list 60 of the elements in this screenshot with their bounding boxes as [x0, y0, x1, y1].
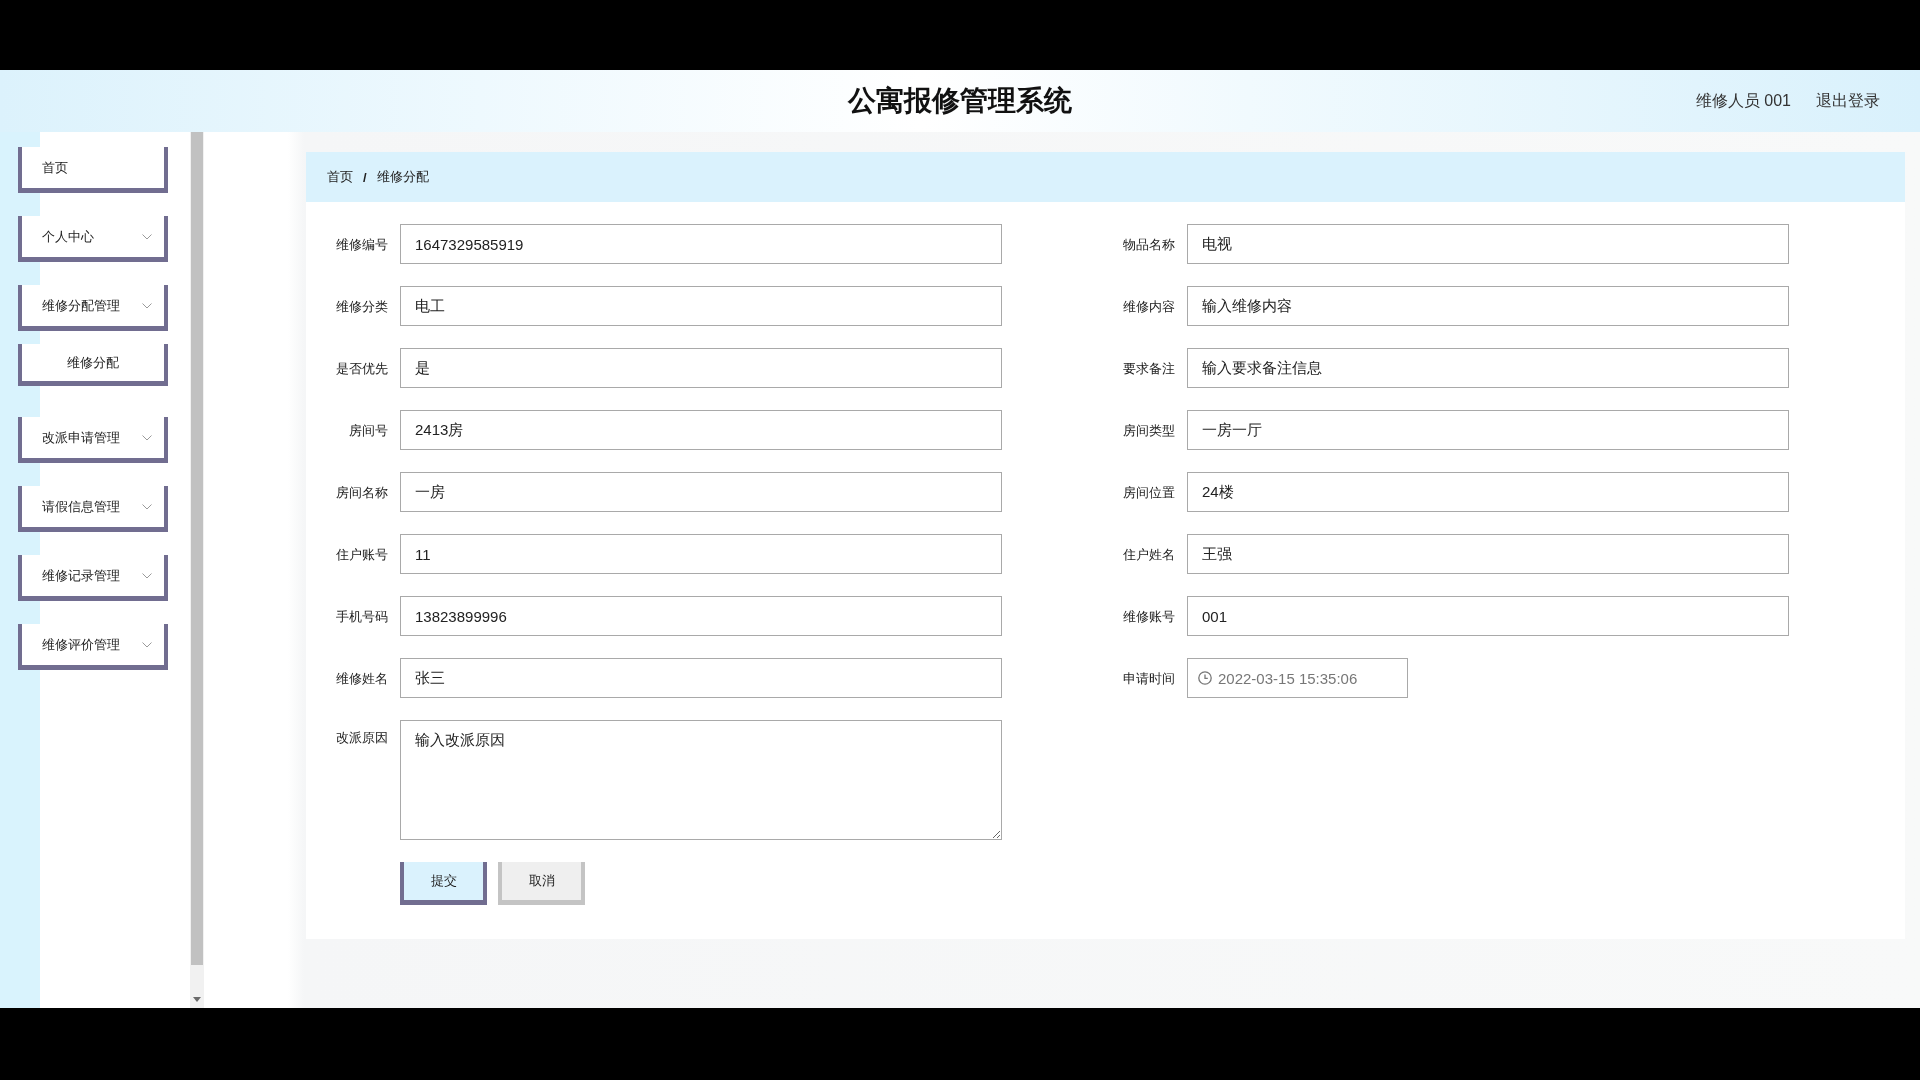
clock-icon	[1198, 671, 1212, 685]
input-field[interactable]: 11	[400, 534, 1002, 574]
breadcrumb-separator: /	[363, 169, 367, 185]
chevron-down-icon	[142, 434, 152, 441]
field-label: 维修编号	[336, 236, 388, 252]
field-label: 维修分类	[336, 298, 388, 314]
input-field[interactable]: 一房	[400, 472, 1002, 512]
input-field[interactable]: 2413房	[400, 410, 1002, 450]
sidebar-item[interactable]: 维修分配管理	[18, 285, 168, 331]
input-field[interactable]: 24楼	[1187, 472, 1789, 512]
input-field[interactable]: 是	[400, 348, 1002, 388]
input-field[interactable]: 1647329585919	[400, 224, 1002, 264]
field-label: 房间号	[349, 422, 388, 438]
chevron-down-icon	[142, 641, 152, 648]
user-label: 维修人员 001	[1695, 90, 1791, 111]
chevron-down-icon	[142, 572, 152, 579]
field-label: 申请时间	[1123, 670, 1175, 686]
logout-link[interactable]: 退出登录	[1816, 90, 1880, 112]
breadcrumb-link[interactable]: 首页	[327, 168, 353, 186]
input-field[interactable]: 13823899996	[400, 596, 1002, 636]
cancel-button[interactable]: 取消	[498, 862, 585, 905]
input-field[interactable]: 电视	[1187, 224, 1789, 264]
sidebar-item[interactable]: 维修记录管理	[18, 555, 168, 601]
input-field[interactable]: 输入维修内容	[1187, 286, 1789, 326]
input-field[interactable]: 输入要求备注信息	[1187, 348, 1789, 388]
sidebar-item[interactable]: 请假信息管理	[18, 486, 168, 532]
field-label: 物品名称	[1123, 236, 1175, 252]
field-label: 手机号码	[336, 608, 388, 624]
field-label: 改派原因	[336, 730, 388, 745]
input-field[interactable]: 张三	[400, 658, 1002, 698]
field-label: 房间位置	[1123, 484, 1175, 500]
date-field[interactable]: 2022-03-15 15:35:06	[1187, 658, 1408, 698]
field-label: 维修账号	[1123, 608, 1175, 624]
submit-button[interactable]: 提交	[400, 862, 487, 905]
chevron-down-icon	[142, 302, 152, 309]
sidebar-item[interactable]: 首页	[18, 147, 168, 193]
field-label: 房间名称	[336, 484, 388, 500]
chevron-down-icon	[142, 233, 152, 240]
input-field[interactable]: 001	[1187, 596, 1789, 636]
field-label: 住户姓名	[1123, 546, 1175, 562]
field-label: 维修内容	[1123, 298, 1175, 314]
input-field[interactable]: 王强	[1187, 534, 1789, 574]
scroll-down-icon[interactable]	[193, 997, 201, 1002]
current-page-label: 维修分配	[376, 168, 429, 186]
field-label: 住户账号	[336, 546, 388, 562]
scrollbar-thumb[interactable]	[191, 132, 203, 965]
input-field[interactable]: 一房一厅	[1187, 410, 1789, 450]
sidebar-item[interactable]: 改派申请管理	[18, 417, 168, 463]
submenu-item[interactable]: 维修分配	[18, 344, 168, 386]
field-label: 是否优先	[336, 360, 388, 376]
field-label: 要求备注	[1123, 360, 1175, 376]
sidebar-item[interactable]: 维修评价管理	[18, 624, 168, 670]
input-field[interactable]: 电工	[400, 286, 1002, 326]
scrollbar-track[interactable]	[190, 132, 204, 1008]
app-title: 公寓报修管理系统	[848, 84, 1072, 118]
textarea-field[interactable]: 输入改派原因	[400, 720, 1002, 840]
field-label: 维修姓名	[336, 670, 388, 686]
sidebar-item[interactable]: 个人中心	[18, 216, 168, 262]
chevron-down-icon	[142, 503, 152, 510]
field-label: 房间类型	[1123, 422, 1175, 438]
